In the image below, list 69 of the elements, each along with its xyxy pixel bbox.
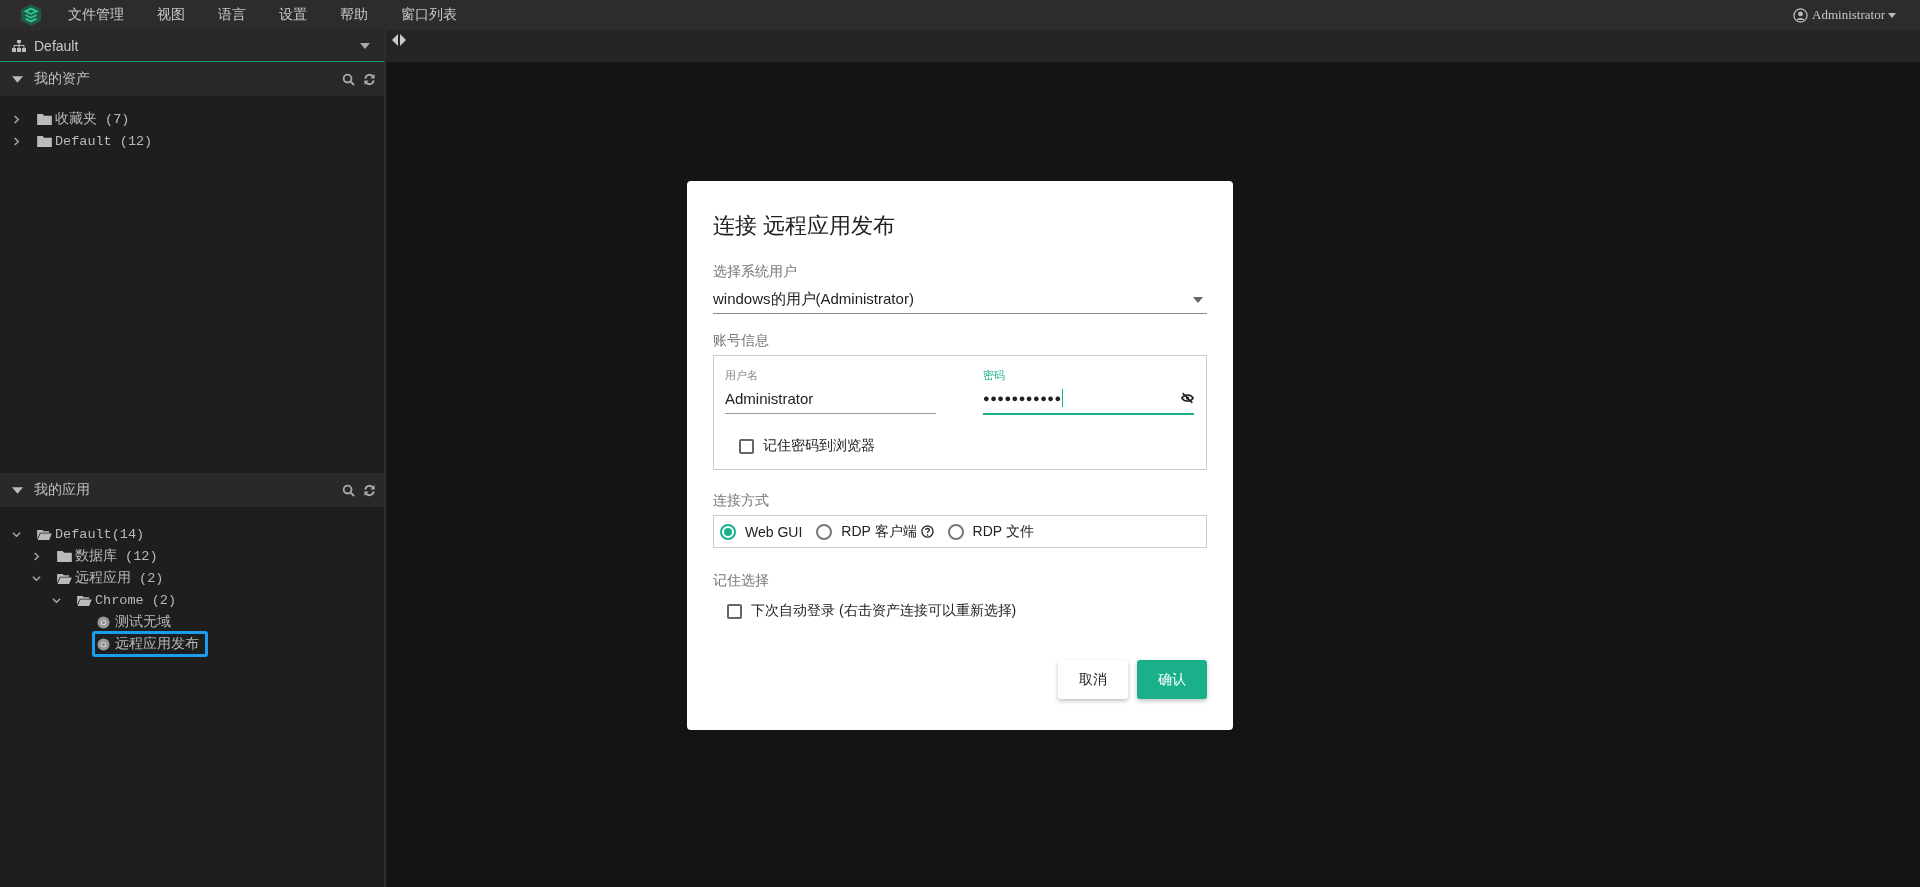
refresh-icon[interactable] (363, 483, 376, 497)
field-label: 用户名 (725, 368, 759, 383)
tree-item[interactable]: 收藏夹 (7) (32, 106, 139, 132)
section-header[interactable]: 我的应用 (0, 473, 384, 507)
open-folder-icon (57, 572, 72, 584)
field-label: 连接方式 (713, 492, 770, 510)
field-label: 密码 (983, 368, 1006, 383)
section-title: 我的资产 (34, 70, 91, 88)
username-field[interactable]: Administrator (725, 383, 936, 414)
help-icon[interactable] (920, 525, 934, 538)
menu-item[interactable]: 帮助 (340, 6, 368, 24)
tree-item[interactable]: Default (12) (32, 129, 162, 153)
section-title: 我的应用 (34, 481, 91, 499)
tree-item[interactable]: Chrome (2) (72, 588, 185, 612)
menu-item[interactable]: 设置 (279, 6, 307, 24)
radio-button[interactable] (816, 523, 833, 540)
menu-item[interactable]: 文件管理 (68, 6, 124, 24)
project-selector[interactable]: Default (0, 30, 384, 62)
system-user-select[interactable]: windows的用户(Administrator) (713, 286, 1207, 314)
radio-label: RDP 客户端 (841, 522, 917, 541)
password-field[interactable]: ●●●●●●●●●●● (983, 383, 1194, 415)
checkbox-label: 下次自动登录 (右击资产连接可以重新选择) (751, 602, 1017, 620)
open-folder-icon (77, 594, 92, 606)
scroll-right-icon[interactable] (400, 34, 406, 46)
tree-item[interactable]: 远程应用发布 (92, 631, 208, 657)
checkbox[interactable] (727, 603, 742, 619)
caret-icon (1193, 296, 1203, 303)
field-label: 选择系统用户 (713, 263, 798, 281)
cancel-button[interactable]: 取消 (1058, 660, 1128, 699)
chevron-icon[interactable] (32, 551, 41, 561)
chevron-icon[interactable] (52, 595, 61, 605)
refresh-icon[interactable] (363, 72, 376, 86)
dialog-title: 连接 远程应用发布 (713, 212, 897, 240)
field-label: 账号信息 (713, 332, 770, 350)
browser-app-icon (97, 637, 110, 651)
sitemap-icon (12, 39, 26, 52)
eye-slash-icon[interactable] (1181, 392, 1194, 404)
radio-button[interactable] (720, 523, 736, 540)
search-icon[interactable] (342, 483, 355, 497)
chevron-icon[interactable] (12, 529, 21, 539)
radio-label: Web GUI (745, 523, 803, 540)
search-icon[interactable] (342, 72, 355, 86)
section-header[interactable]: 我的资产 (0, 62, 384, 96)
browser-app-icon (97, 615, 110, 629)
scroll-left-icon[interactable] (392, 34, 398, 46)
folder-icon (57, 550, 72, 562)
menu-item[interactable]: 语言 (218, 6, 246, 24)
menu-item[interactable]: 窗口列表 (401, 6, 457, 24)
folder-icon (37, 113, 52, 125)
menu-item[interactable]: 视图 (157, 6, 185, 24)
field-label: 记住选择 (713, 572, 770, 590)
logo-icon (20, 3, 42, 27)
tree-item[interactable]: Default(14) (32, 522, 154, 546)
radio-button[interactable] (947, 523, 964, 540)
chevron-icon[interactable] (12, 136, 21, 146)
caret-icon (360, 42, 370, 49)
project-name: Default (34, 37, 80, 54)
folder-icon (37, 135, 52, 147)
chevron-icon[interactable] (12, 114, 21, 124)
checkbox[interactable] (739, 438, 754, 454)
caret-icon (12, 486, 23, 494)
user-menu[interactable]: Administrator (1812, 7, 1885, 23)
open-folder-icon (37, 528, 52, 540)
chevron-icon[interactable] (32, 573, 41, 583)
checkbox-label: 记住密码到浏览器 (763, 437, 875, 455)
user-avatar-icon (1793, 7, 1809, 23)
radio-label: RDP 文件 (972, 522, 1034, 541)
caret-icon (1888, 12, 1896, 18)
caret-icon (12, 75, 23, 83)
